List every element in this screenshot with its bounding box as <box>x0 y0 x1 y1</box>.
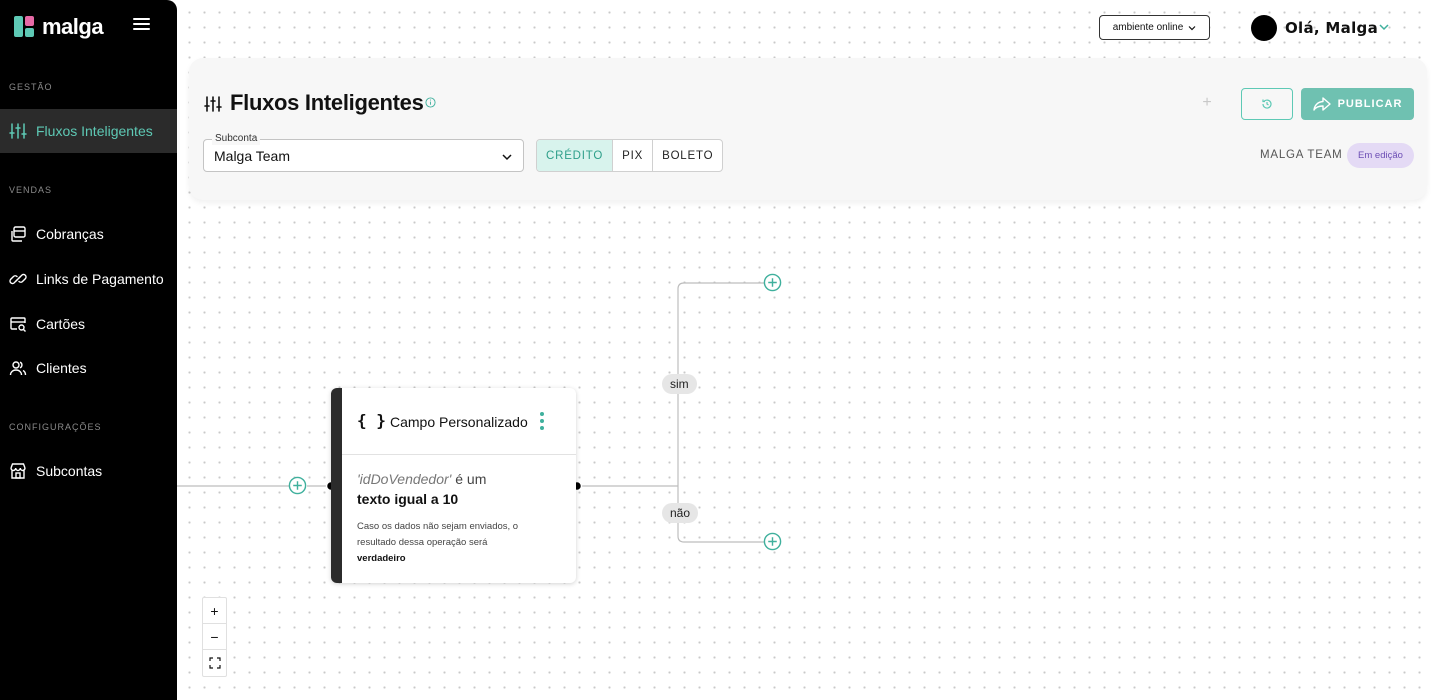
user-menu-chevron-icon[interactable] <box>1378 21 1390 33</box>
subconta-select[interactable]: Subconta Malga Team <box>203 133 524 172</box>
payment-method-tabs: CRÉDITO PIX BOLETO <box>536 139 724 172</box>
sidebar-item-subcontas[interactable]: Subcontas <box>0 449 177 493</box>
section-gestao: GESTÃO <box>9 82 53 92</box>
sidebar-item-label: Fluxos Inteligentes <box>36 123 153 139</box>
sidebar-item-links-de-pagamento[interactable]: Links de Pagamento <box>0 257 177 301</box>
status-badge: Em edição <box>1347 143 1414 168</box>
sliders-icon <box>204 96 222 112</box>
store-icon <box>10 463 26 479</box>
subconta-value: Malga Team <box>214 148 291 164</box>
team-label: MALGA TEAM <box>1260 149 1343 161</box>
node-note-text: Caso os dados não sejam enviados, o resu… <box>357 521 519 548</box>
header-card <box>189 58 1427 200</box>
sidebar-item-label: Cobranças <box>36 226 104 242</box>
edge-label-yes: sim <box>662 374 697 394</box>
sidebar-item-fluxos-inteligentes[interactable]: Fluxos Inteligentes <box>0 109 177 153</box>
sliders-icon <box>9 123 27 139</box>
edge-label-no: não <box>662 503 699 523</box>
sidebar-item-label: Subcontas <box>36 463 103 479</box>
add-node-button-yes[interactable] <box>763 273 782 292</box>
node-field: 'idDoVendedor' <box>357 471 452 487</box>
publish-button[interactable]: PUBLICAR <box>1301 88 1414 120</box>
share-arrow-icon <box>1312 97 1331 111</box>
add-node-button-left[interactable] <box>288 476 307 495</box>
copy-icon <box>11 226 26 242</box>
node-header: { } Campo Personalizado <box>342 388 576 455</box>
brand-name: malga <box>42 14 104 39</box>
sidebar-item-label: Links de Pagamento <box>36 271 164 287</box>
zoom-in-button[interactable]: + <box>203 598 226 624</box>
users-icon <box>9 361 27 376</box>
node-note: Caso os dados não sejam enviados, o resu… <box>357 519 547 567</box>
info-icon[interactable] <box>425 97 436 108</box>
page-title: Fluxos Inteligentes <box>230 90 424 115</box>
node-field-line: 'idDoVendedor' é um <box>357 471 486 487</box>
condition-node[interactable]: { } Campo Personalizado 'idDoVendedor' é… <box>331 388 576 583</box>
card-search-icon <box>10 317 26 332</box>
user-greeting: Olá, Malga <box>1285 19 1378 37</box>
history-icon <box>1262 99 1272 109</box>
tab-boleto[interactable]: BOLETO <box>652 140 722 171</box>
node-condition: texto igual a 10 <box>357 491 459 507</box>
add-button[interactable]: + <box>1198 94 1216 112</box>
add-node-button-no[interactable] <box>763 532 782 551</box>
sidebar: malga GESTÃO Fluxos Inteligentes VENDAS … <box>0 0 177 700</box>
chevron-down-icon <box>502 154 512 161</box>
publish-label: PUBLICAR <box>1337 98 1403 110</box>
environment-select[interactable]: ambiente online <box>1099 15 1210 40</box>
sidebar-item-label: Cartões <box>36 316 86 332</box>
tab-pix[interactable]: PIX <box>612 140 652 171</box>
fit-view-button[interactable] <box>203 650 226 676</box>
subconta-label: Subconta <box>212 133 261 145</box>
tab-credito[interactable]: CRÉDITO <box>537 140 613 171</box>
node-note-value: verdadeiro <box>357 553 406 564</box>
node-accent-bar <box>331 388 342 583</box>
menu-icon[interactable] <box>133 18 150 32</box>
sidebar-item-label: Clientes <box>36 360 87 376</box>
node-title: Campo Personalizado <box>390 414 528 430</box>
sidebar-item-cobrancas[interactable]: Cobranças <box>0 212 177 256</box>
malga-logo-icon <box>14 16 36 38</box>
zoom-out-button[interactable]: − <box>203 624 226 650</box>
chevron-down-icon <box>1188 25 1196 30</box>
sidebar-item-cartoes[interactable]: Cartões <box>0 302 177 346</box>
zoom-controls: + − <box>202 597 227 677</box>
avatar[interactable] <box>1251 15 1277 41</box>
fit-view-icon <box>208 657 221 669</box>
environment-value: ambiente online <box>1112 22 1184 33</box>
link-icon <box>9 273 27 285</box>
braces-icon: { } <box>357 411 386 430</box>
sidebar-item-clientes[interactable]: Clientes <box>0 346 177 390</box>
node-connector: é um <box>455 471 487 487</box>
node-more-icon[interactable] <box>540 412 546 432</box>
reset-button[interactable] <box>1241 88 1293 120</box>
section-configuracoes: CONFIGURAÇÕES <box>9 422 102 432</box>
brand[interactable]: malga <box>14 14 104 40</box>
section-vendas: VENDAS <box>9 185 53 195</box>
